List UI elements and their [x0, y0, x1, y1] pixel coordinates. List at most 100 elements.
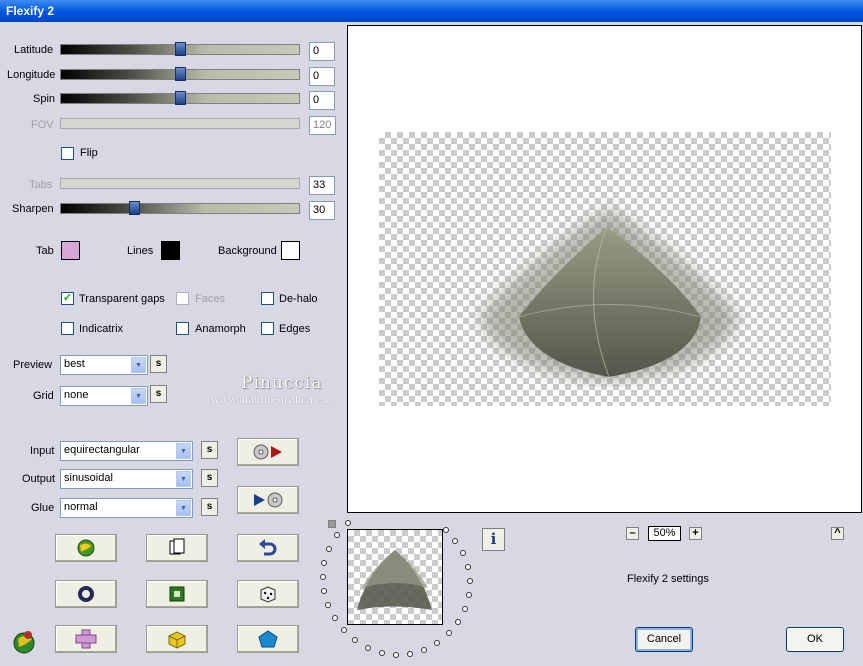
play-disc-icon: [254, 492, 283, 508]
de-halo-checkbox[interactable]: [261, 292, 274, 305]
indicatrix-label: Indicatrix: [79, 323, 124, 335]
rotation-dial-dot[interactable]: [462, 606, 468, 612]
rotation-dial-dot[interactable]: [407, 651, 413, 657]
transparent-gaps-label: Transparent gaps: [79, 293, 165, 305]
anamorph-checkbox[interactable]: [176, 322, 189, 335]
input-label: Input: [30, 445, 55, 457]
rotation-dial-dot[interactable]: [341, 627, 347, 633]
rotation-dial-dot[interactable]: [345, 520, 351, 526]
output-projection-select[interactable]: sinusoidal ▼: [60, 469, 193, 489]
input-projection-value: equirectangular: [64, 444, 140, 456]
input-media-button[interactable]: [237, 438, 299, 466]
rotation-dial-dot[interactable]: [455, 619, 461, 625]
longitude-slider-thumb[interactable]: [175, 67, 186, 81]
tabs-label: Tabs: [29, 179, 53, 191]
zoom-out-button[interactable]: –: [626, 527, 639, 540]
chevron-down-icon[interactable]: ▼: [131, 357, 146, 373]
pentagon-button[interactable]: [237, 625, 299, 653]
indicatrix-checkbox[interactable]: [61, 322, 74, 335]
watermark-url: www.maidiregrafica.eu: [211, 395, 329, 406]
latitude-value[interactable]: 0: [309, 42, 335, 61]
spin-value[interactable]: 0: [309, 91, 335, 110]
info-button[interactable]: i: [482, 528, 505, 551]
rotation-dial-dot[interactable]: [465, 564, 471, 570]
chevron-down-icon[interactable]: ▼: [176, 500, 191, 516]
main-preview-area[interactable]: [347, 25, 862, 513]
rotation-dial-dot[interactable]: [321, 560, 327, 566]
chevron-down-icon[interactable]: ▼: [176, 443, 191, 459]
rotation-dial-dot[interactable]: [434, 640, 440, 646]
glue-select[interactable]: normal ▼: [60, 498, 193, 518]
spin-slider-thumb[interactable]: [175, 91, 186, 105]
rotation-dial-dot[interactable]: [332, 615, 338, 621]
preview-shape: [479, 207, 739, 382]
rotation-dial-dot[interactable]: [334, 532, 340, 538]
grid-lock-button[interactable]: s: [150, 385, 167, 403]
glue-label: Glue: [31, 502, 55, 514]
sharpen-value[interactable]: 30: [309, 201, 335, 220]
frame-button[interactable]: [146, 580, 208, 608]
longitude-label: Longitude: [7, 69, 56, 81]
input-projection-select[interactable]: equirectangular ▼: [60, 441, 193, 461]
copy-icon: [169, 538, 185, 555]
ring-button[interactable]: [55, 580, 117, 608]
thumbnail-corner-handle[interactable]: [328, 520, 336, 528]
collapse-up-button[interactable]: ^: [831, 527, 844, 540]
longitude-value[interactable]: 0: [309, 67, 335, 86]
rotation-dial-dot[interactable]: [421, 647, 427, 653]
tabs-value[interactable]: 33: [309, 176, 335, 195]
tab-color-swatch[interactable]: [61, 241, 80, 260]
preview-quality-select[interactable]: best ▼: [60, 355, 148, 375]
rotation-dial-dot[interactable]: [365, 645, 371, 651]
rotation-dial-dot[interactable]: [325, 602, 331, 608]
sharpen-slider[interactable]: [60, 201, 300, 215]
output-lock-button[interactable]: s: [201, 469, 218, 487]
randomize-button[interactable]: [55, 534, 117, 562]
flip-checkbox[interactable]: [61, 147, 74, 160]
glue-lock-button[interactable]: s: [201, 498, 218, 516]
fov-label: FOV: [31, 119, 54, 131]
rotation-dial-dot[interactable]: [466, 592, 472, 598]
preview-lock-button[interactable]: s: [150, 355, 167, 373]
rotation-dial-dot[interactable]: [379, 650, 385, 656]
ok-button[interactable]: OK: [786, 627, 844, 652]
chevron-down-icon[interactable]: ▼: [176, 471, 191, 487]
lines-color-swatch[interactable]: [161, 241, 180, 260]
latitude-slider-thumb[interactable]: [175, 42, 186, 56]
latitude-slider[interactable]: [60, 42, 300, 56]
edges-label: Edges: [279, 323, 311, 335]
grid-label: Grid: [33, 390, 54, 402]
input-lock-button[interactable]: s: [201, 441, 218, 459]
rotation-dial-dot[interactable]: [321, 588, 327, 594]
grid-select[interactable]: none ▼: [60, 386, 148, 406]
edges-checkbox[interactable]: [261, 322, 274, 335]
preview-quality-label: Preview: [13, 359, 53, 371]
undo-button[interactable]: [237, 534, 299, 562]
rotation-dial-dot[interactable]: [460, 550, 466, 556]
sharpen-slider-thumb[interactable]: [129, 201, 140, 215]
rotation-dial-dot[interactable]: [393, 652, 399, 658]
zoom-in-button[interactable]: +: [689, 527, 702, 540]
rotation-dial-dot[interactable]: [467, 578, 473, 584]
ring-icon: [78, 586, 94, 602]
transparent-gaps-checkbox[interactable]: ✓: [61, 292, 74, 305]
cross-tab-button[interactable]: [55, 625, 117, 653]
spin-slider[interactable]: [60, 91, 300, 105]
rotation-dial-dot[interactable]: [320, 574, 326, 580]
background-color-swatch[interactable]: [281, 241, 300, 260]
rotation-dial-dot[interactable]: [446, 630, 452, 636]
rotation-dial-dot[interactable]: [352, 637, 358, 643]
chevron-down-icon[interactable]: ▼: [131, 388, 146, 404]
output-media-button[interactable]: [237, 486, 299, 514]
cross-tab-icon: [75, 629, 97, 649]
rotation-dial-dot[interactable]: [443, 527, 449, 533]
thumbnail-preview[interactable]: [347, 529, 443, 625]
rotation-dial-dot[interactable]: [452, 538, 458, 544]
grid-value: none: [64, 389, 89, 401]
cube-button[interactable]: [146, 625, 208, 653]
rotation-dial-dot[interactable]: [326, 546, 332, 552]
copy-button[interactable]: [146, 534, 208, 562]
dice-button[interactable]: [237, 580, 299, 608]
longitude-slider[interactable]: [60, 67, 300, 81]
cancel-button[interactable]: Cancel: [635, 627, 693, 652]
